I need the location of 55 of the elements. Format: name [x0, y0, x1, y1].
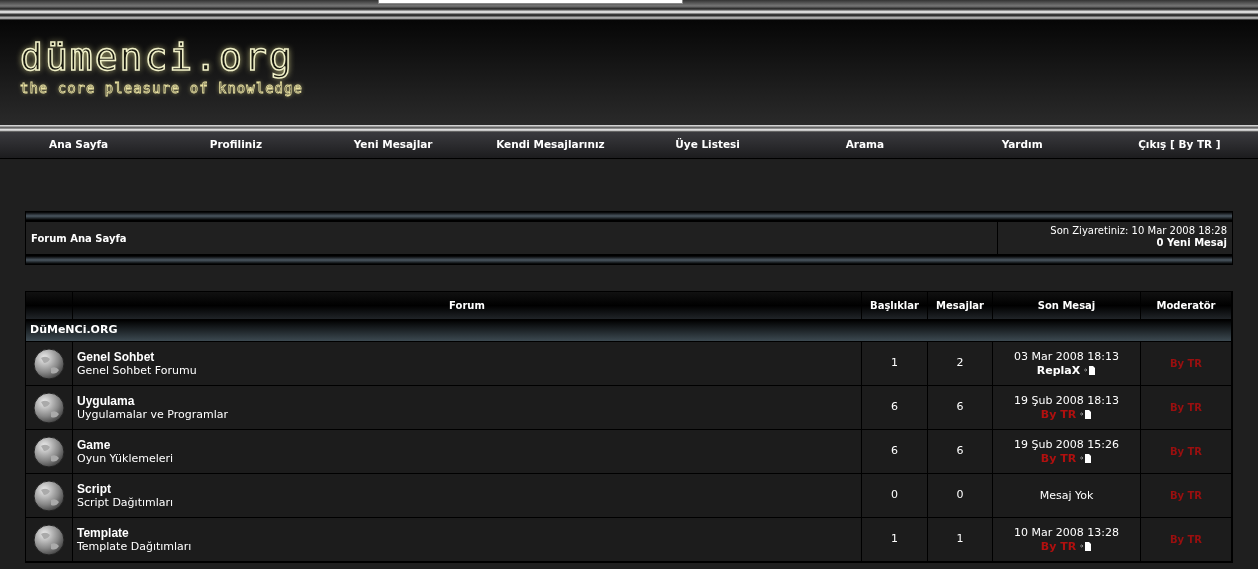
topic-count-cell: 0: [862, 474, 928, 518]
nav-link[interactable]: Yeni Mesajlar: [314, 137, 472, 153]
forum-title-link[interactable]: Genel Sohbet: [77, 349, 155, 364]
nav-link[interactable]: Ana Sayfa: [0, 137, 158, 153]
globe-icon: [33, 479, 65, 512]
globe-icon: [33, 523, 65, 556]
column-header: Son Mesaj: [993, 292, 1141, 320]
no-posts-text: Mesaj Yok: [1039, 488, 1094, 503]
go-to-post-icon[interactable]: [1080, 454, 1093, 463]
forum-title-link[interactable]: Template: [77, 525, 129, 540]
globe-icon: [33, 347, 65, 380]
forum-description: Oyun Yüklemeleri: [77, 451, 174, 466]
forum-title-link[interactable]: Script: [77, 481, 111, 496]
go-to-post-icon[interactable]: [1080, 410, 1093, 419]
logo-title: dümenci.org: [19, 34, 295, 81]
nav-link[interactable]: Yardım: [943, 137, 1101, 153]
last-visit-text: Son Ziyaretiniz: 10 Mar 2008 18:28: [1049, 225, 1227, 237]
topic-count-cell: 1: [862, 342, 928, 386]
column-header: Mesajlar: [928, 292, 993, 320]
last-post-date: 10 Mar 2008 13:28: [1014, 525, 1119, 540]
topic-count-cell: 1: [862, 518, 928, 562]
forum-title-link[interactable]: Game: [77, 437, 111, 452]
nav-link[interactable]: Üye Listesi: [629, 137, 787, 153]
new-posts-link[interactable]: 0 Yeni Mesaj: [1156, 237, 1227, 248]
category-header: DüMeNCi.ORG: [26, 320, 1232, 342]
nav-link[interactable]: Çıkış [ By TR ]: [1100, 137, 1258, 153]
breadcrumb-link[interactable]: Forum Ana Sayfa: [31, 230, 127, 246]
post-count-cell: 1: [928, 518, 993, 562]
topic-count-cell: 6: [862, 386, 928, 430]
topic-count-cell: 6: [862, 430, 928, 474]
last-post-author-link[interactable]: ReplaX: [1036, 363, 1081, 378]
forum-title-link[interactable]: Uygulama: [77, 393, 135, 408]
column-header: Başlıklar: [862, 292, 928, 320]
last-post-date: 03 Mar 2008 18:13: [1014, 349, 1119, 364]
globe-icon: [33, 435, 65, 468]
go-to-post-icon[interactable]: [1080, 542, 1093, 551]
go-to-post-icon[interactable]: [1084, 366, 1097, 375]
post-count-cell: 0: [928, 474, 993, 518]
last-post-date: 19 Şub 2008 15:26: [1013, 437, 1120, 452]
input-field[interactable]: [378, 0, 683, 4]
post-count-cell: 6: [928, 430, 993, 474]
forum-description: Uygulamalar ve Programlar: [77, 407, 229, 422]
forum-description: Template Dağıtımları: [77, 539, 192, 554]
post-count-cell: 6: [928, 386, 993, 430]
last-post-date: 19 Şub 2008 18:13: [1013, 393, 1120, 408]
post-count-cell: 2: [928, 342, 993, 386]
nav-link[interactable]: Kendi Mesajlarınız: [471, 137, 629, 153]
column-header: Moderatör: [1141, 292, 1232, 320]
nav-link[interactable]: Profiliniz: [157, 137, 315, 153]
column-header: Forum: [73, 292, 862, 320]
forum-description: Script Dağıtımları: [77, 495, 174, 510]
logo-tagline: the core pleasure of knowledge: [19, 79, 304, 98]
globe-icon: [33, 391, 65, 424]
nav-link[interactable]: Arama: [786, 137, 944, 153]
forum-description: Genel Sohbet Forumu: [77, 363, 197, 378]
